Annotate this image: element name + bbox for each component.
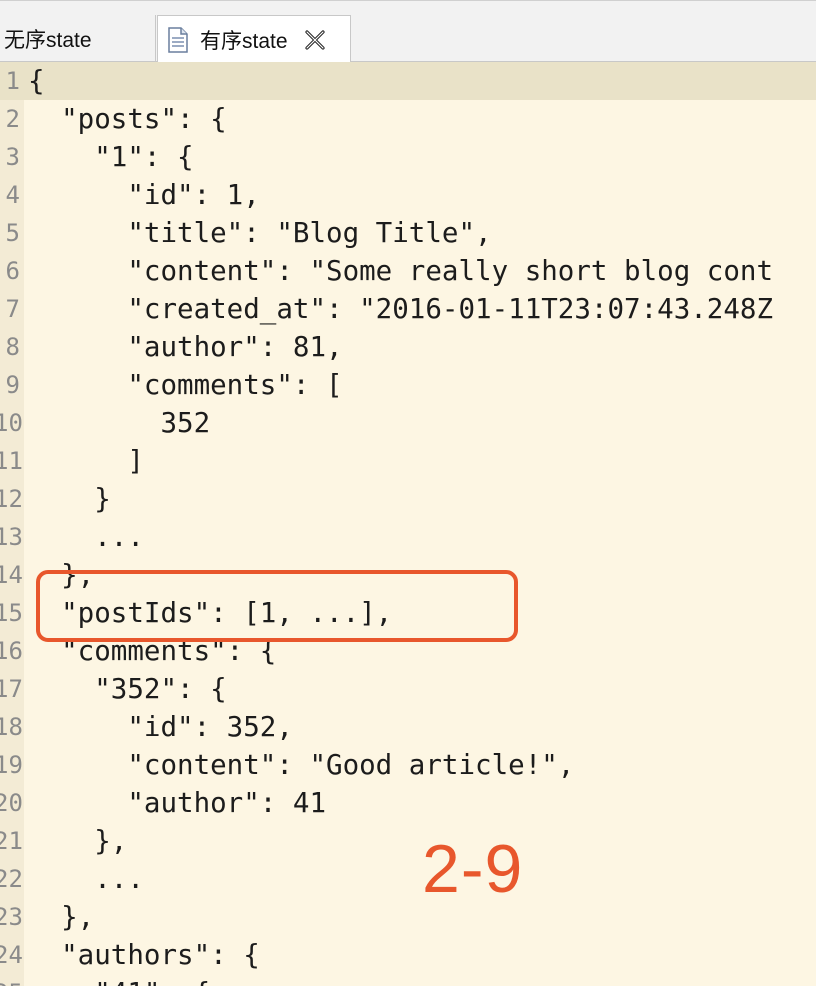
code-text: "352": {	[28, 673, 227, 705]
line-number: 19	[0, 751, 23, 779]
code-line[interactable]: 5 "title": "Blog Title",	[0, 214, 816, 252]
tab-ordered-state[interactable]: 有序state	[157, 15, 351, 64]
code-text: "created_at": "2016-01-11T23:07:43.248Z	[28, 293, 774, 325]
line-number: 25	[0, 974, 23, 986]
figure-label: 2-9	[422, 831, 524, 907]
code-line[interactable]: 7 "created_at": "2016-01-11T23:07:43.248…	[0, 290, 816, 328]
tab-label: 有序state	[200, 30, 288, 53]
line-number: 9	[5, 371, 20, 399]
line-number: 22	[0, 865, 23, 893]
code-line[interactable]: 4 "id": 1,	[0, 176, 816, 214]
code-text: "comments": [	[28, 369, 343, 401]
code-line[interactable]: 24 "authors": {	[0, 936, 816, 974]
code-line[interactable]: 18 "id": 352,	[0, 708, 816, 746]
line-number: 5	[5, 219, 20, 247]
code-text: "content": "Good article!",	[28, 749, 575, 781]
code-line[interactable]: 3 "1": {	[0, 138, 816, 176]
editor-window: 无序state 有序state 1{2 "posts": {3 "1": {…	[0, 0, 816, 986]
code-line[interactable]: 2 "posts": {	[0, 100, 816, 138]
line-number: 6	[5, 257, 20, 285]
code-text: "authors": {	[28, 939, 260, 971]
code-text: "posts": {	[28, 103, 227, 135]
highlight-box	[36, 570, 518, 642]
code-text: ]	[28, 445, 144, 477]
code-editor[interactable]: 1{2 "posts": {3 "1": {4 "id": 1, 5 "title…	[0, 62, 816, 986]
tab-bar: 无序state 有序state	[0, 0, 816, 64]
code-line[interactable]: 11 ]	[0, 442, 816, 480]
line-number: 11	[0, 447, 23, 475]
line-number: 1	[5, 67, 20, 95]
line-number: 12	[0, 485, 23, 513]
code-line[interactable]: 19 "content": "Good article!",	[0, 746, 816, 784]
code-line[interactable]: 17 "352": {	[0, 670, 816, 708]
code-text: }	[28, 483, 111, 515]
code-text: {	[28, 65, 45, 97]
code-line[interactable]: 20 "author": 41	[0, 784, 816, 822]
tab-unordered-state[interactable]: 无序state	[0, 15, 156, 63]
code-line[interactable]: 8 "author": 81,	[0, 328, 816, 366]
code-text: "title": "Blog Title",	[28, 217, 492, 249]
line-number: 16	[0, 637, 23, 665]
line-number: 24	[0, 941, 23, 969]
code-text: 352	[28, 407, 211, 439]
line-number: 7	[5, 295, 20, 323]
code-text: ...	[28, 863, 144, 895]
code-line[interactable]: 9 "comments": [	[0, 366, 816, 404]
line-number: 10	[0, 409, 23, 437]
code-line[interactable]: 25 "41": {	[0, 974, 816, 986]
code-text: "author": 41	[28, 787, 327, 819]
code-text: },	[28, 901, 95, 933]
code-line[interactable]: 1{	[0, 62, 816, 100]
line-number: 13	[0, 523, 23, 551]
code-text: "41": {	[28, 974, 210, 986]
code-text: "id": 1,	[28, 179, 260, 211]
line-number: 21	[0, 827, 23, 855]
code-line[interactable]: 22 ...	[0, 860, 816, 898]
code-line[interactable]: 23 },	[0, 898, 816, 936]
code-line[interactable]: 21 },	[0, 822, 816, 860]
line-number: 3	[5, 143, 20, 171]
code-text: "1": {	[28, 141, 194, 173]
line-number: 2	[5, 105, 20, 133]
line-number: 8	[5, 333, 20, 361]
tab-label: 无序state	[4, 29, 92, 52]
code-line[interactable]: 10 352	[0, 404, 816, 442]
document-icon	[168, 27, 188, 53]
code-line[interactable]: 6 "content": "Some really short blog con…	[0, 252, 816, 290]
close-icon[interactable]	[304, 29, 326, 51]
line-number: 15	[0, 599, 23, 627]
code-line[interactable]: 13 ...	[0, 518, 816, 556]
code-line[interactable]: 12 }	[0, 480, 816, 518]
code-text: },	[28, 825, 128, 857]
line-number: 20	[0, 789, 23, 817]
code-text: ...	[28, 521, 144, 553]
code-text: "author": 81,	[28, 331, 343, 363]
code-text: "content": "Some really short blog cont	[28, 255, 774, 287]
code-text: "id": 352,	[28, 711, 293, 743]
line-number: 23	[0, 903, 23, 931]
line-number: 14	[0, 561, 23, 589]
line-number: 18	[0, 713, 23, 741]
line-number: 4	[5, 181, 20, 209]
line-number: 17	[0, 675, 23, 703]
